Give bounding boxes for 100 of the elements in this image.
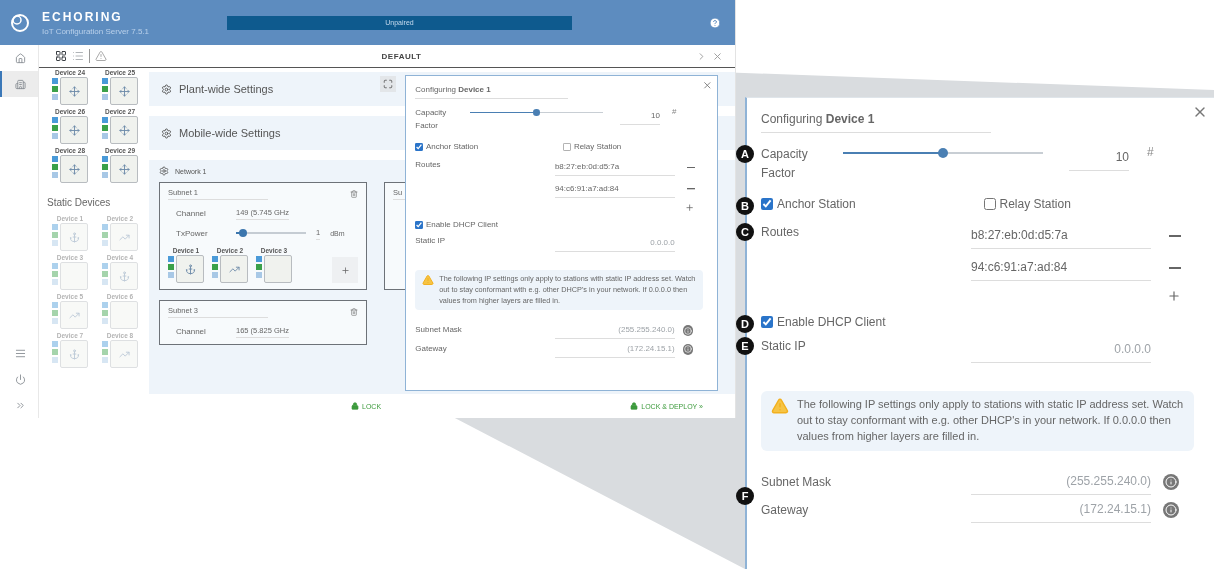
capacity-slider[interactable] [469,111,603,114]
device-tile[interactable] [110,223,138,251]
checkbox[interactable] [983,198,996,211]
move-icon [68,124,80,136]
txpower-label: TxPower [176,228,209,238]
warning-icon [771,397,789,416]
status-square [102,86,108,92]
field-label: Capacity Factor [761,146,809,183]
ip-field[interactable]: (172.24.15.1) [971,497,1151,524]
slider-thumb[interactable] [533,109,540,116]
slider-thumb[interactable] [239,229,247,237]
status-square [52,263,58,269]
dialog-title: Configuring Device 1 [761,112,991,133]
device-tile[interactable] [264,255,292,283]
route-field[interactable]: 94:c6:91:a7:ad:84 [971,255,1151,282]
help-icon[interactable] [709,16,721,29]
device-tile[interactable] [60,223,88,251]
info-icon[interactable] [682,325,694,337]
status-square [102,341,108,347]
device-tile[interactable] [110,262,138,290]
nav-item[interactable] [0,71,38,97]
status-square [168,264,174,270]
device-tile[interactable] [60,77,88,105]
field-label: Routes [761,224,801,242]
minus-icon [686,167,695,169]
trash-icon[interactable] [350,308,358,316]
channel-label: Channel [176,208,207,218]
status-square [256,256,262,262]
minus-icon [1169,235,1181,238]
value-field[interactable]: 10 [1069,145,1129,171]
ip-field[interactable]: 0.0.0.0 [971,337,1151,364]
status-square [52,94,58,100]
callout-marker: C [736,223,754,242]
channel-label: Channel [176,326,207,336]
gear-icon [161,83,172,95]
status-square [52,224,58,230]
info-icon[interactable] [1163,502,1179,519]
power-icon[interactable] [14,373,26,385]
device-tile[interactable] [110,116,138,144]
info-icon[interactable] [682,344,694,355]
remove-route-button[interactable] [685,187,696,191]
status-square [52,164,58,170]
status-square [102,263,108,269]
move-icon [68,163,80,175]
checkbox[interactable] [761,198,773,211]
route-field[interactable]: b8:27:eb:0d:d5:7a [971,223,1151,250]
slider-thumb[interactable] [938,148,948,158]
device-tile[interactable] [60,301,88,329]
device-tile[interactable] [110,155,138,183]
status-square [52,357,58,363]
list-view-icon[interactable] [72,50,84,62]
gear-icon [159,166,169,176]
status-square [102,349,108,355]
move-icon [118,163,130,175]
status-square [52,156,58,162]
info-glyph-icon [1165,476,1177,489]
info-icon[interactable] [1163,474,1179,491]
home-icon[interactable] [14,52,26,64]
status-square [52,310,58,316]
device-tile[interactable] [176,255,204,283]
trash-icon[interactable] [350,190,358,198]
warning-text: The following IP settings only apply to stations with static IP address set. Watch out to stay conformant with e.g. other DHCP's in your network. If 0.0.0.0 then values from higher layers are filled in. [439,274,697,307]
list-icon[interactable] [14,347,26,359]
minus-icon [1169,267,1181,270]
anchor-icon [184,263,196,275]
status-square [102,357,108,363]
checkbox[interactable] [761,316,773,329]
device-tile[interactable] [60,155,88,183]
plus-icon [1167,289,1181,304]
device-tile[interactable] [220,255,248,283]
status-square [52,172,58,178]
status-square [52,349,58,355]
field-label: Gateway [761,501,810,519]
checkbox[interactable] [415,220,424,229]
lock-icon [630,402,639,410]
warning-icon[interactable] [95,50,107,62]
callout-marker: F [736,487,754,506]
ip-field[interactable]: (255.255.240.0) [971,469,1151,496]
device-tile[interactable] [110,340,138,368]
checkbox-label: Relay Station [999,197,1071,212]
checkbox[interactable] [563,142,572,151]
plus-icon [340,265,350,275]
status-square [102,78,108,84]
building-icon[interactable] [14,78,26,90]
device-tile[interactable] [110,301,138,329]
callout-marker: B [736,197,754,216]
device-tile[interactable] [60,340,88,368]
fullscreen-button[interactable] [380,76,396,92]
status-square [256,264,262,270]
status-square [52,271,58,277]
device-tile[interactable] [110,77,138,105]
device-tile[interactable] [60,262,88,290]
warning-text: The following IP settings only apply to stations with static IP address set. Watch out to stay conformant with e.g. other DHCP's in your network. If 0.0.0.0 then values from higher layers are filled in. [797,397,1184,445]
close-icon[interactable] [712,50,723,62]
gear-icon [161,127,172,139]
device-tile[interactable] [60,116,88,144]
checkbox[interactable] [415,142,424,151]
status-square [52,232,58,238]
status-square [212,264,218,270]
grid-view-icon[interactable] [55,50,67,62]
